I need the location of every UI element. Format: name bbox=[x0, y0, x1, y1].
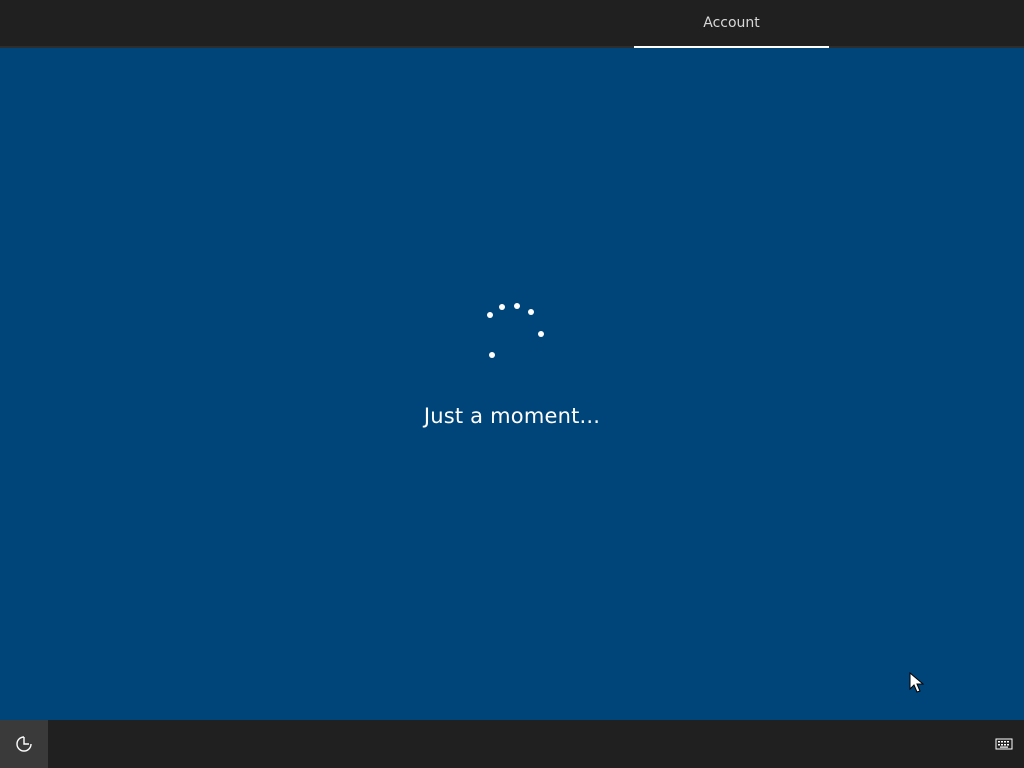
spinner-dot bbox=[514, 303, 520, 309]
mouse-pointer-icon bbox=[909, 672, 925, 693]
oobe-screen: Account Just a moment... bbox=[0, 0, 1024, 768]
ease-of-access-button[interactable] bbox=[0, 720, 48, 768]
spinner-dot bbox=[528, 309, 534, 315]
ease-of-access-icon bbox=[16, 736, 32, 752]
spinner-dot bbox=[538, 331, 544, 337]
spinner-dot bbox=[489, 352, 495, 358]
spinner-dot bbox=[499, 304, 505, 310]
spinner-dot bbox=[487, 312, 493, 318]
bottom-bar bbox=[0, 720, 1024, 768]
loading-dots-icon bbox=[487, 303, 544, 358]
status-message: Just a moment... bbox=[423, 404, 601, 428]
on-screen-keyboard-button[interactable] bbox=[992, 732, 1016, 756]
top-navigation-bar: Account bbox=[0, 0, 1024, 48]
tab-account[interactable]: Account bbox=[634, 0, 829, 48]
tab-account-label: Account bbox=[703, 15, 760, 31]
active-tab-underline bbox=[634, 46, 829, 48]
keyboard-icon bbox=[995, 738, 1013, 750]
